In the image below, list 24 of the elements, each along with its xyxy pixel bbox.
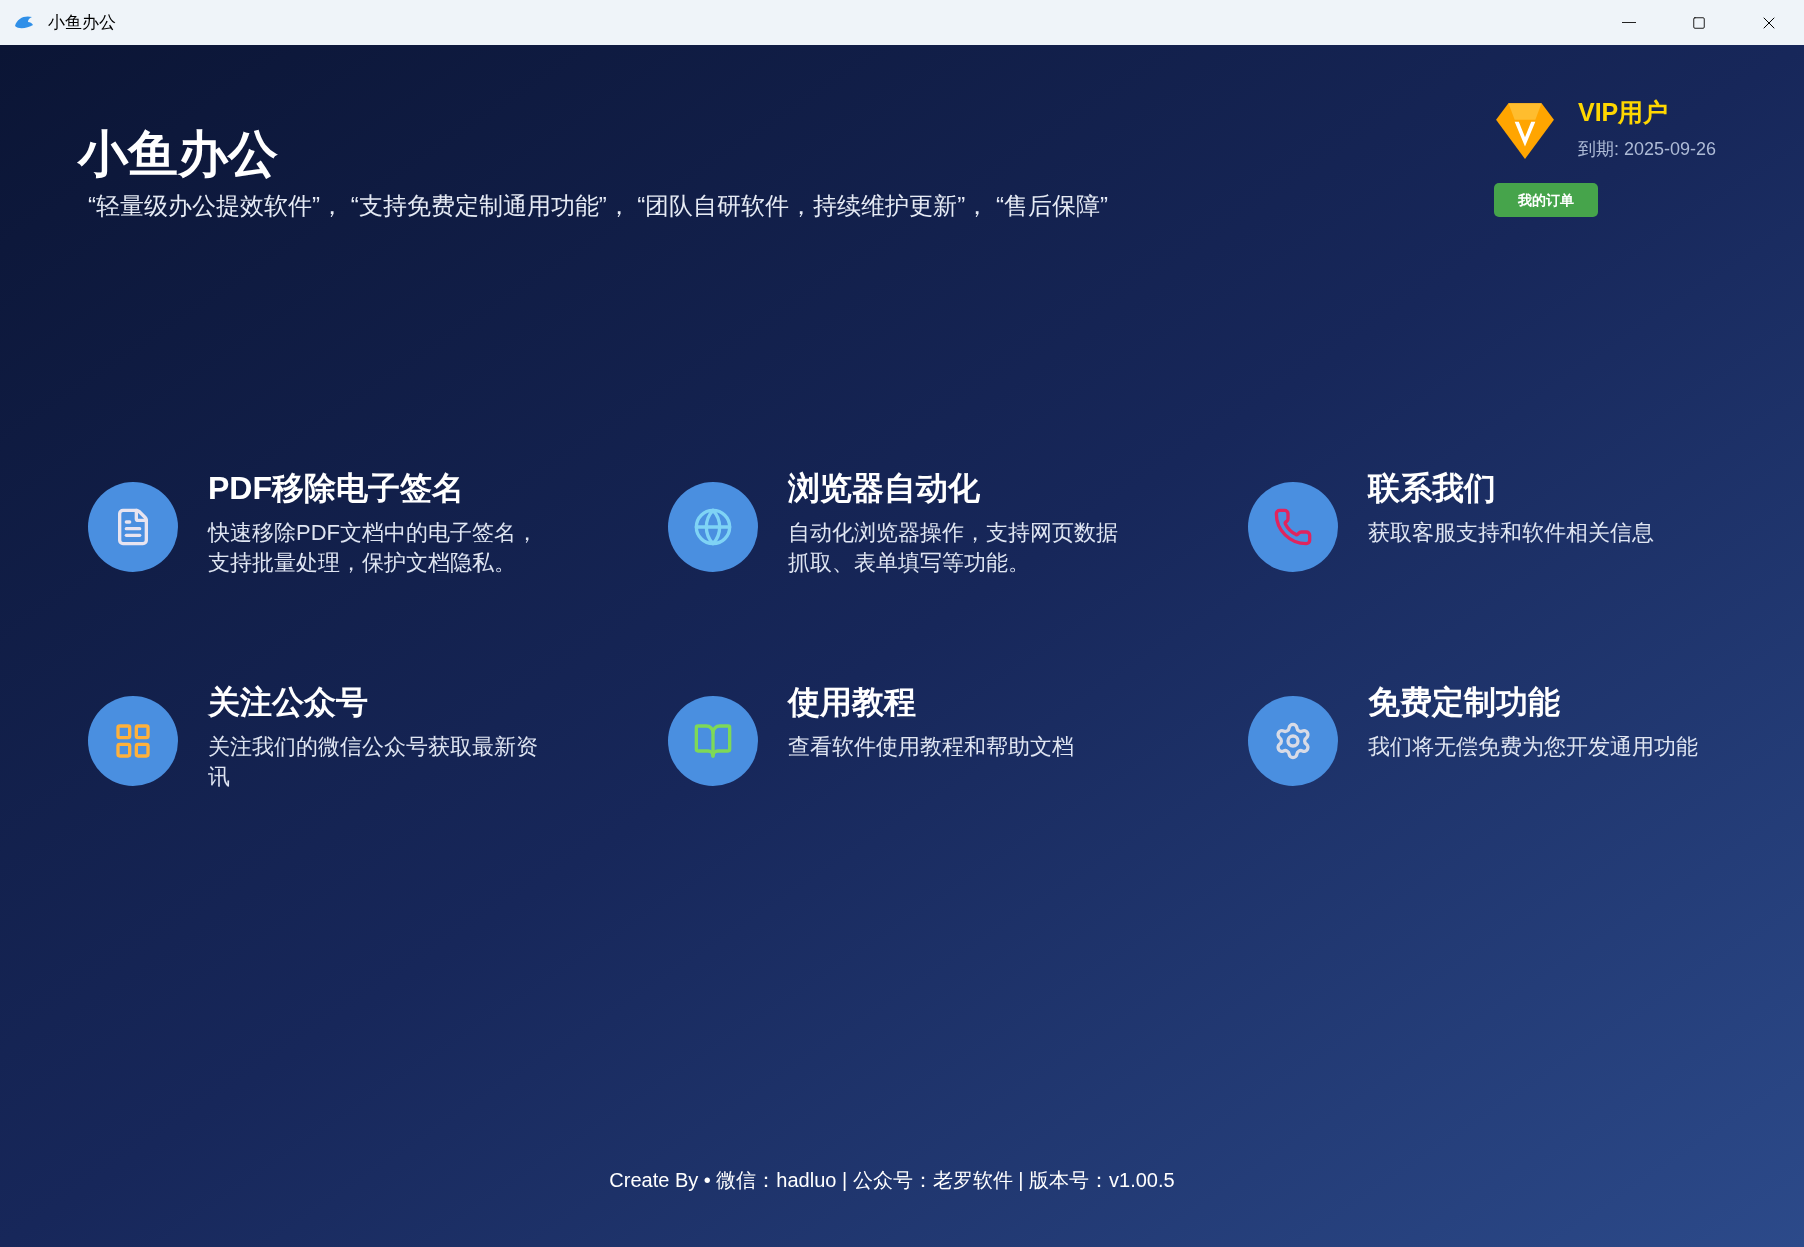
feature-description: 关注我们的微信公众号获取最新资 讯 [208, 733, 538, 791]
tagline: “轻量级办公提效软件”， “支持免费定制通用功能”， “团队自研软件，持续维护更新”， “售后保障” [88, 191, 1108, 221]
feature-title[interactable]: 关注公众号 [208, 682, 538, 722]
feature-title[interactable]: 使用教程 [788, 682, 1074, 722]
globe-icon [693, 507, 733, 547]
maximize-icon [1692, 15, 1706, 30]
app-title: 小鱼办公 [78, 127, 279, 182]
feature-description: 获取客服支持和软件相关信息 [1368, 519, 1654, 547]
feature-title[interactable]: PDF移除电子签名 [208, 468, 538, 508]
gear-icon [1273, 721, 1313, 761]
feature-description: 我们将无偿免费为您开发通用功能 [1368, 733, 1698, 761]
feature-description: 查看软件使用教程和帮助文档 [788, 733, 1074, 761]
app-grid-icon [113, 721, 153, 761]
expiry-date: 到期: 2025-09-26 [1578, 138, 1717, 162]
vip-label: VIP用户 [1578, 97, 1670, 128]
feature-title[interactable]: 免费定制功能 [1368, 682, 1698, 722]
minimize-icon [1622, 21, 1636, 24]
phone-icon [1273, 507, 1313, 547]
feature-description: 自动化浏览器操作，支持网页数据 抓取、表单填写等功能。 [788, 519, 1118, 577]
feature-title[interactable]: 联系我们 [1368, 468, 1654, 508]
feature-title[interactable]: 浏览器自动化 [788, 468, 1118, 508]
window-title: 小鱼办公 [48, 11, 116, 34]
footer-credits: Create By • 微信：hadluo | 公众号：老罗软件 | 版本号：v1.00.5 [609, 1168, 1175, 1193]
feature-description: 快速移除PDF文档中的电子签名， 支持批量处理，保护文档隐私。 [208, 519, 538, 577]
